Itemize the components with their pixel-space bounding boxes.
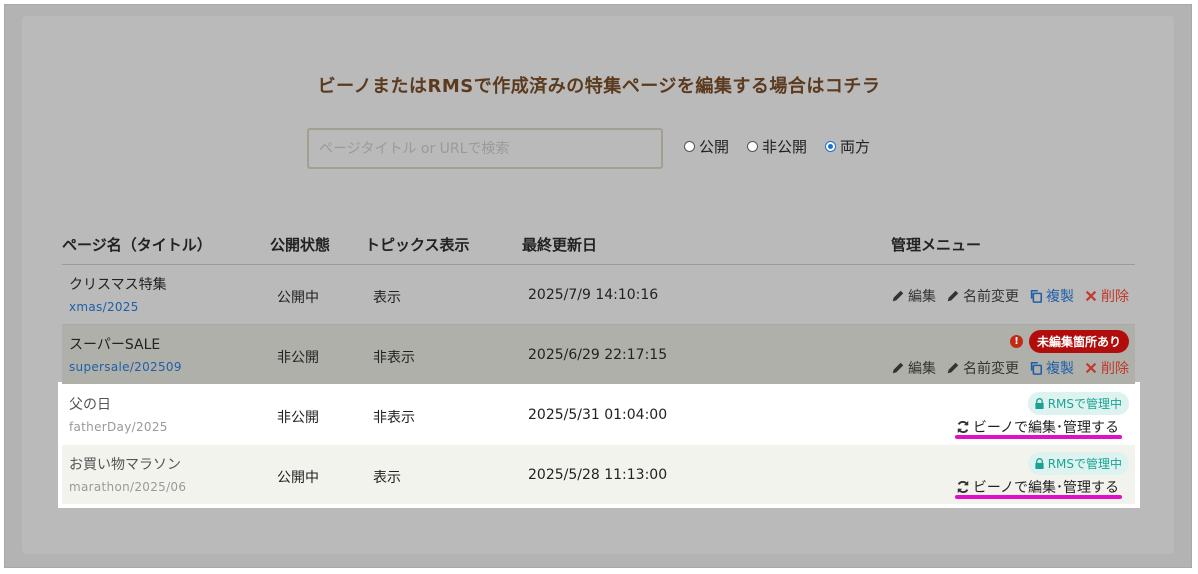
topic-cell: 非表示 (373, 350, 415, 366)
refresh-icon (957, 420, 969, 434)
radio-public[interactable] (684, 141, 695, 152)
rms-badge-label: RMSで管理中 (1047, 457, 1122, 471)
col-name: ページ名（タイトル） (62, 236, 212, 254)
row-actions: 編集 名前変更 複製 削除 (891, 286, 1129, 306)
updated-cell: 2025/5/31 01:04:00 (528, 407, 668, 423)
col-topic: トピックス表示 (365, 236, 470, 254)
unedited-warning: ! 未編集箇所あり (1009, 330, 1129, 353)
warning-icon: ! (1009, 335, 1023, 348)
filter-both[interactable]: 両方 (825, 136, 870, 157)
col-updated: 最終更新日 (522, 236, 598, 254)
table-row: スーパーSALE supersale/202509 非公開 非表示 2025/6… (62, 325, 1135, 384)
pencil-icon (892, 362, 904, 374)
copy-icon (1030, 289, 1043, 303)
status-cell: 非公開 (277, 410, 319, 426)
copy-label: 複製 (1046, 361, 1074, 377)
updated-cell: 2025/6/29 22:17:15 (528, 347, 668, 363)
page-slug: fatherDay/2025 (69, 420, 168, 434)
copy-button[interactable]: 複製 (1029, 358, 1074, 378)
copy-label: 複製 (1046, 289, 1074, 305)
delete-button[interactable]: 削除 (1084, 286, 1129, 306)
pencil-icon (892, 290, 904, 302)
status-cell: 公開中 (277, 470, 319, 486)
table-row: お買い物マラソン marathon/2025/06 公開中 表示 2025/5/… (62, 445, 1135, 504)
copy-button[interactable]: 複製 (1029, 286, 1074, 306)
unedited-badge: 未編集箇所あり (1028, 330, 1129, 353)
table-row: クリスマス特集 xmas/2025 公開中 表示 2025/7/9 14:10:… (62, 265, 1135, 325)
filter-public-label: 公開 (699, 138, 730, 156)
updated-cell: 2025/5/28 11:13:00 (528, 467, 668, 483)
status-cell: 非公開 (277, 350, 319, 366)
col-status: 公開状態 (270, 236, 331, 254)
publish-filter: 公開 非公開 両方 (684, 136, 870, 157)
col-menu: 管理メニュー (891, 236, 982, 254)
edit-button[interactable]: 編集 (891, 286, 936, 306)
delete-button[interactable]: 削除 (1084, 358, 1129, 378)
bino-manage-label: ビーノで編集･管理する (972, 480, 1119, 496)
rms-badge-label: RMSで管理中 (1047, 397, 1122, 411)
edit-label: 編集 (908, 289, 936, 305)
filter-both-label: 両方 (840, 138, 871, 156)
page-title: お買い物マラソン (69, 457, 181, 473)
filter-private-label: 非公開 (762, 138, 808, 156)
page-slug[interactable]: supersale/202509 (69, 360, 182, 374)
edit-button[interactable]: 編集 (891, 358, 936, 378)
page-title: 父の日 (69, 397, 111, 413)
updated-cell: 2025/7/9 14:10:16 (528, 287, 659, 303)
bino-manage-link[interactable]: ビーノで編集･管理する (956, 417, 1119, 437)
lock-icon (1035, 458, 1044, 469)
topic-cell: 表示 (373, 470, 401, 486)
delete-label: 削除 (1101, 289, 1129, 305)
status-cell: 公開中 (277, 290, 319, 306)
highlight-underline (955, 495, 1122, 499)
table-header: ページ名（タイトル） 公開状態 トピックス表示 最終更新日 管理メニュー (62, 232, 1135, 266)
page-slug: marathon/2025/06 (69, 480, 187, 494)
page-heading: ビーノまたはRMSで作成済みの特集ページを編集する場合はコチラ (317, 76, 881, 97)
page-title: スーパーSALE (69, 337, 161, 353)
copy-icon (1030, 361, 1043, 375)
topic-cell: 非表示 (373, 410, 415, 426)
search-input[interactable] (307, 128, 663, 169)
bino-manage-link[interactable]: ビーノで編集･管理する (956, 477, 1119, 497)
filter-public[interactable]: 公開 (684, 136, 729, 157)
rms-managed-badge: RMSで管理中 (1027, 392, 1129, 415)
table-row: 父の日 fatherDay/2025 非公開 非表示 2025/5/31 01:… (62, 385, 1135, 444)
rename-label: 名前変更 (963, 361, 1019, 377)
lock-icon (1035, 398, 1044, 409)
rename-label: 名前変更 (963, 289, 1019, 305)
refresh-icon (957, 480, 969, 494)
filter-private[interactable]: 非公開 (747, 136, 807, 157)
highlight-underline (955, 435, 1122, 439)
edit-label: 編集 (908, 361, 936, 377)
rename-button[interactable]: 名前変更 (946, 358, 1019, 378)
radio-private[interactable] (747, 141, 759, 152)
page-slug[interactable]: xmas/2025 (69, 300, 139, 314)
bino-manage-label: ビーノで編集･管理する (972, 420, 1119, 436)
radio-both[interactable] (825, 141, 837, 152)
rename-button[interactable]: 名前変更 (946, 286, 1019, 306)
page-title: クリスマス特集 (69, 277, 167, 293)
close-icon (1085, 362, 1097, 374)
rms-managed-badge: RMSで管理中 (1027, 452, 1129, 475)
delete-label: 削除 (1101, 361, 1129, 377)
close-icon (1085, 290, 1097, 302)
topic-cell: 表示 (373, 290, 401, 306)
row-actions: 編集 名前変更 複製 削除 (891, 358, 1129, 378)
pencil-icon (947, 290, 959, 302)
pencil-icon (947, 362, 959, 374)
